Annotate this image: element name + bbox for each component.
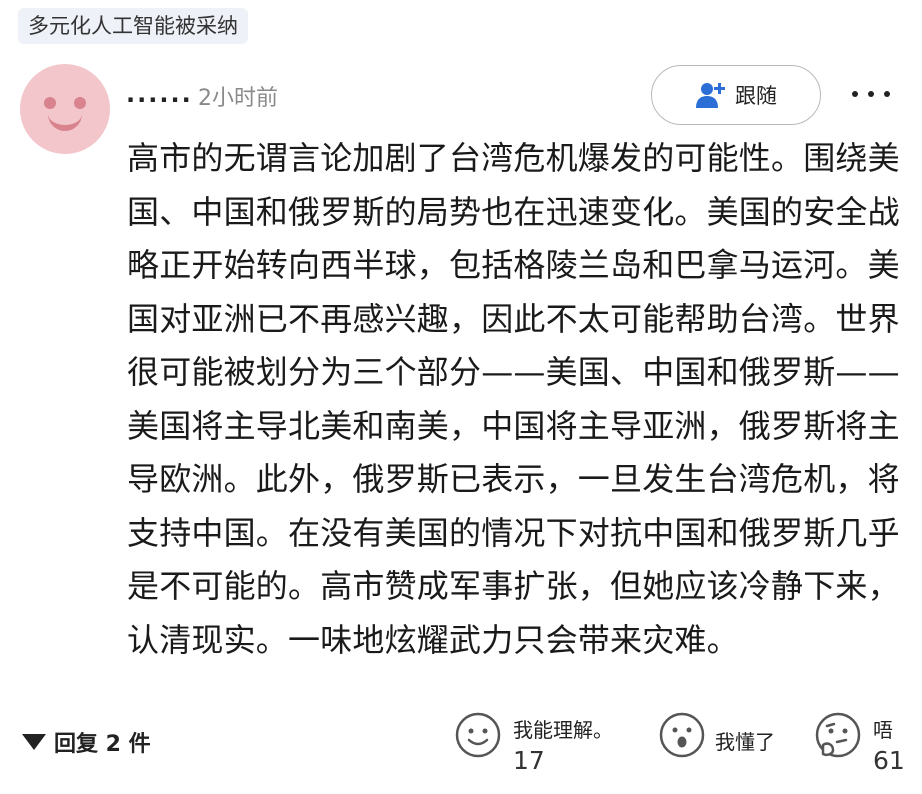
comment-text: 高市的无谓言论加剧了台湾危机爆发的可能性。围绕美国、中国和俄罗斯的局势也在迅速变…: [127, 139, 900, 659]
more-options-icon[interactable]: [852, 82, 902, 106]
more-dot-1: [852, 91, 858, 97]
avatar-left-eye: [44, 97, 56, 109]
avatar-mouth: [48, 114, 82, 131]
reaction-count: 17: [513, 746, 545, 775]
username[interactable]: ......: [126, 80, 193, 108]
add-user-icon: [696, 83, 725, 108]
caret-down-icon: [22, 734, 46, 750]
smile-face-icon: [455, 712, 501, 758]
follow-button[interactable]: 跟随: [651, 65, 821, 125]
topic-tag[interactable]: 多元化人工智能被采纳: [18, 8, 248, 44]
more-dot-3: [884, 91, 890, 97]
thinking-face-icon: [815, 712, 861, 758]
follow-button-label: 跟随: [735, 84, 777, 108]
reaction-label: 唔: [873, 718, 893, 742]
reply-count-label: 回复 2 件: [54, 732, 151, 757]
reaction-label: 我能理解。: [513, 718, 613, 742]
post-time: 2小时前: [198, 86, 278, 111]
surprised-face-icon: [659, 712, 705, 758]
reaction-label: 我懂了: [715, 730, 775, 754]
avatar-right-eye: [74, 97, 86, 109]
reply-toggle[interactable]: 回复 2 件: [22, 726, 151, 758]
avatar[interactable]: [20, 64, 110, 154]
more-dot-2: [868, 91, 874, 97]
reaction-count: 61: [873, 746, 905, 775]
